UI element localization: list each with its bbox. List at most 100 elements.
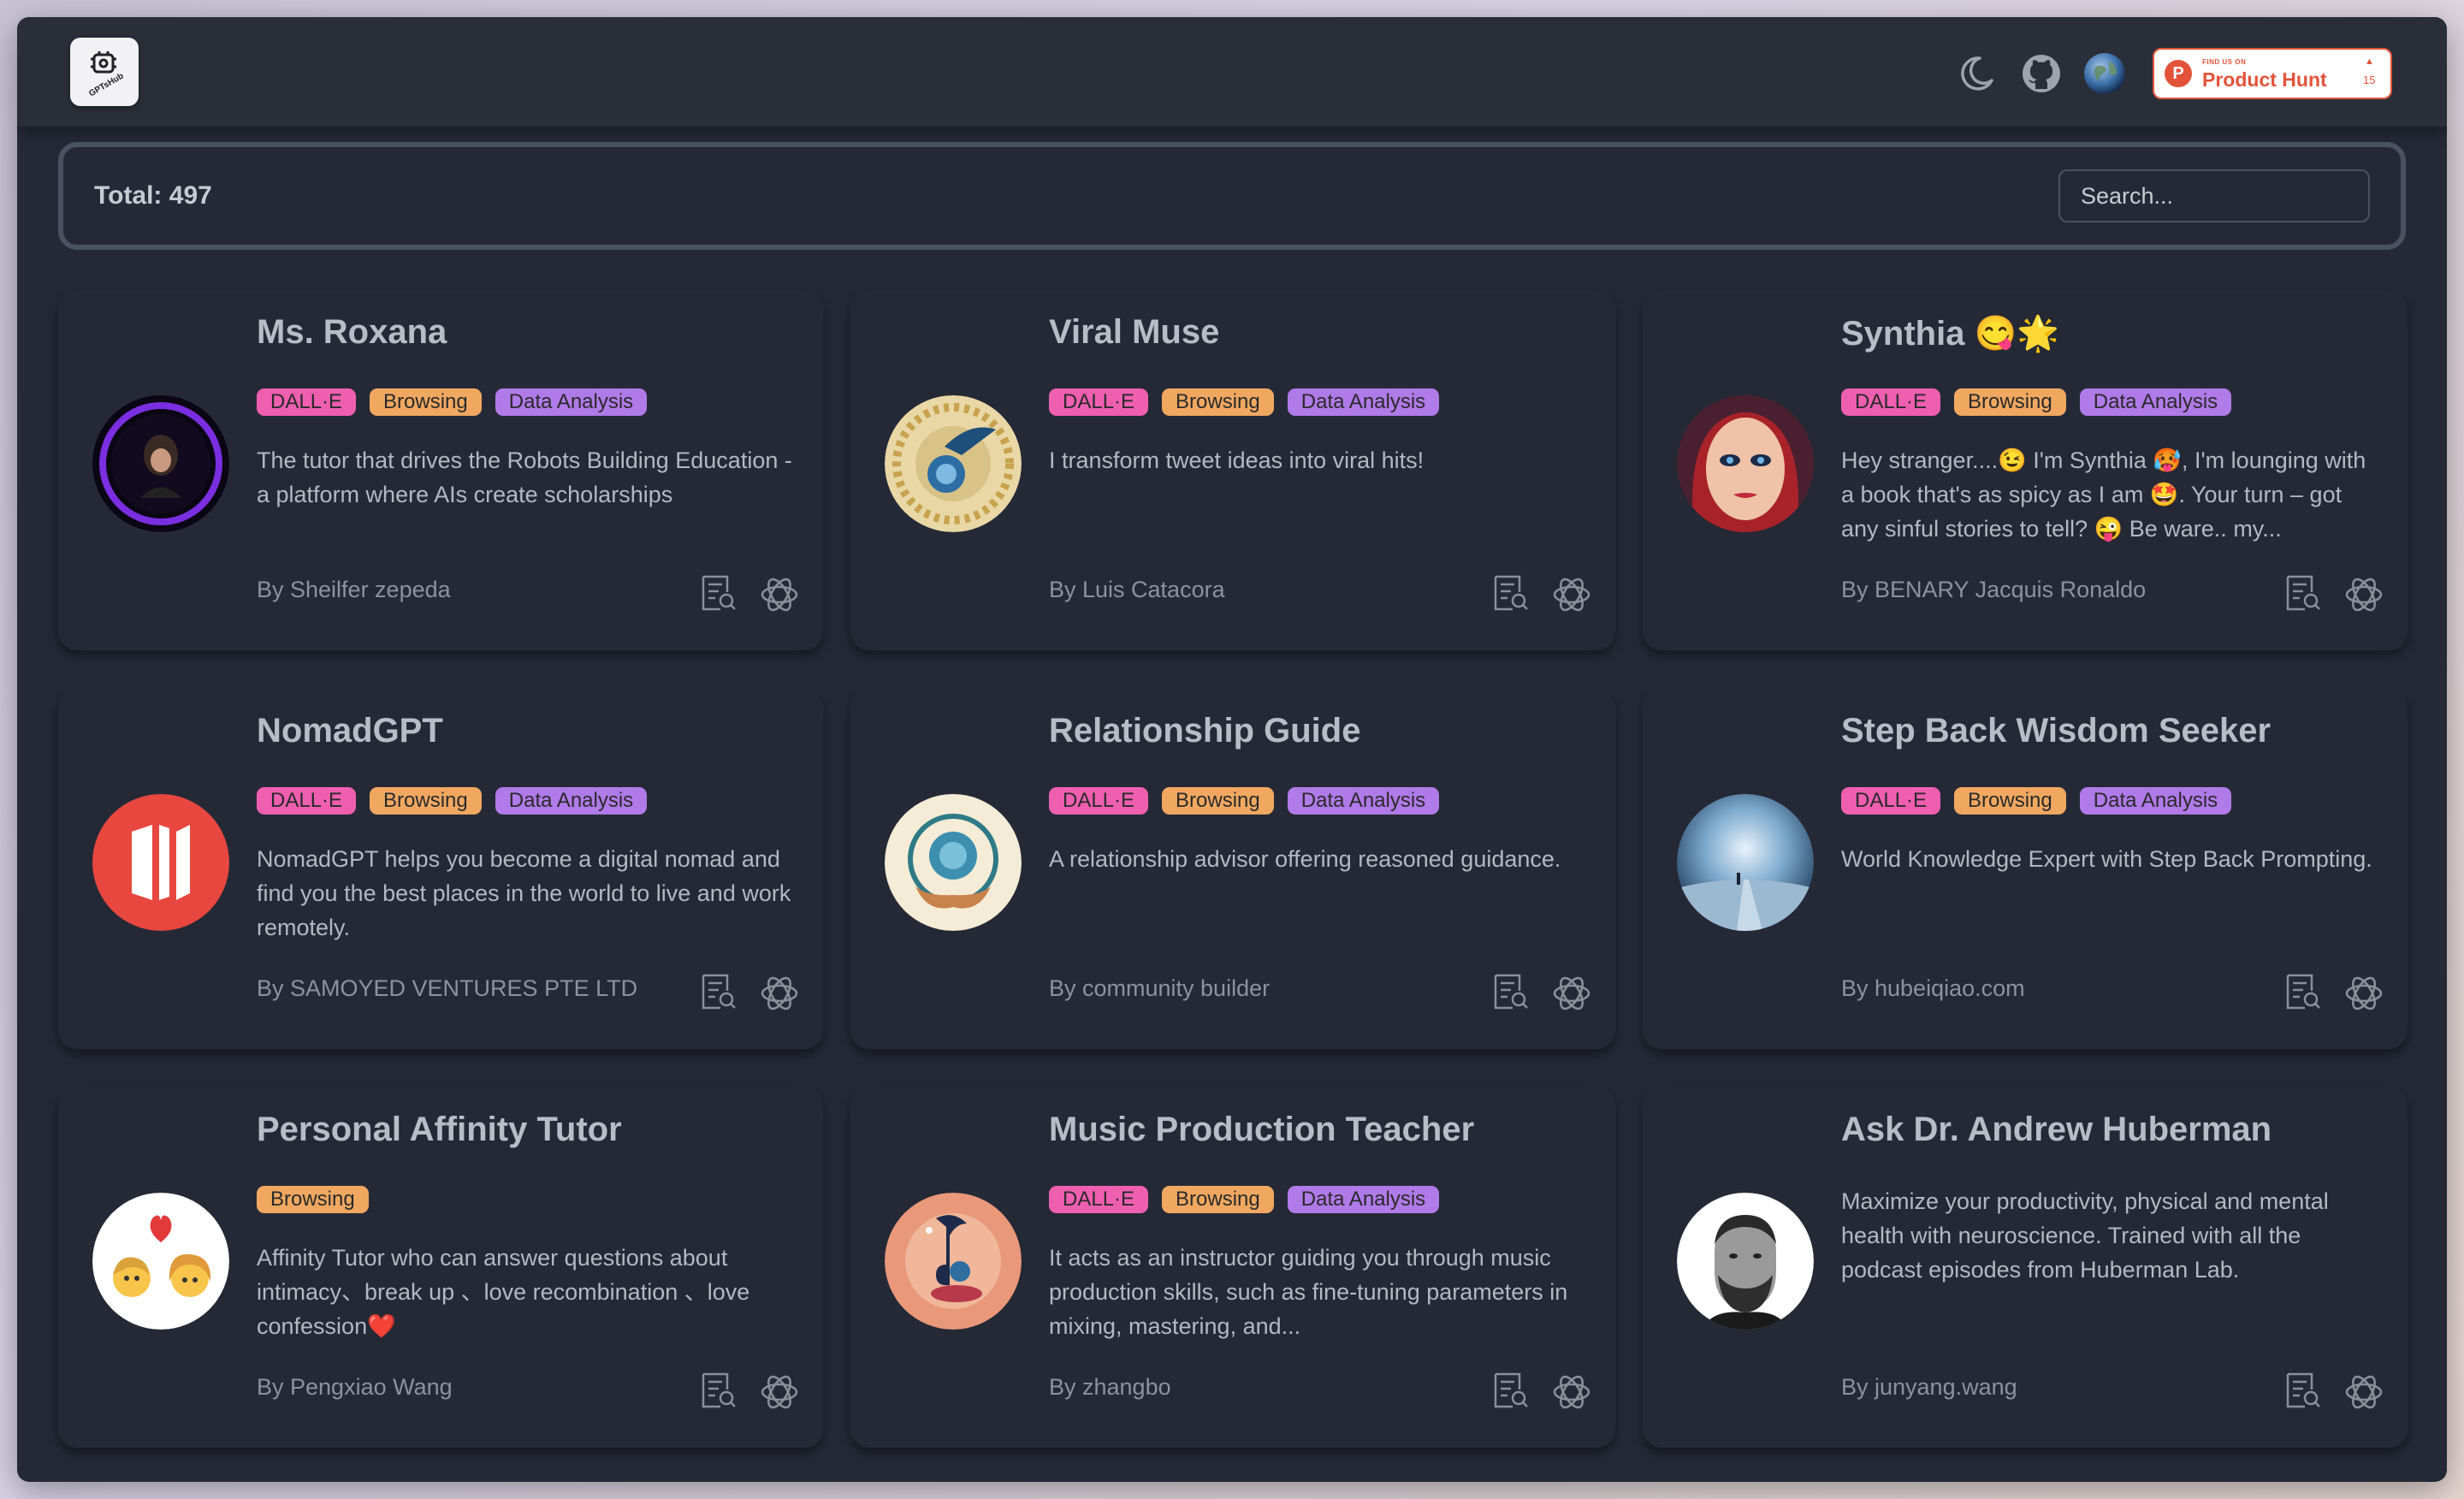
tag-browsing: Browsing (370, 388, 482, 416)
tag-browsing: Browsing (1954, 787, 2066, 815)
gpt-card[interactable]: Relationship Guide DALL·E Browsing Data … (850, 690, 1615, 1049)
gpt-card[interactable]: Ask Dr. Andrew Huberman Maximize your pr… (1643, 1088, 2408, 1448)
github-icon[interactable] (2019, 51, 2064, 96)
tag-data-analysis: Data Analysis (495, 787, 648, 815)
total-search-bar: Total: 497 (58, 142, 2406, 250)
tag-browsing: Browsing (1162, 1186, 1274, 1213)
document-search-icon[interactable] (2283, 1371, 2322, 1410)
product-hunt-logo-icon: P (2165, 60, 2192, 87)
tag-list: DALL·E Browsing Data Analysis (257, 787, 648, 815)
product-hunt-name: Product Hunt (2202, 68, 2327, 91)
tag-data-analysis: Data Analysis (1287, 1186, 1440, 1213)
gpt-card[interactable]: Music Production Teacher DALL·E Browsing… (850, 1088, 1615, 1448)
tag-list: DALL·E Browsing Data Analysis (257, 388, 648, 416)
upvote-arrow-icon: ▲ (2365, 56, 2374, 67)
card-description: It acts as an instructor guiding you thr… (1049, 1245, 1568, 1339)
tag-browsing: Browsing (370, 787, 482, 815)
card-title[interactable]: Ms. Roxana (257, 313, 447, 352)
nomadgpt-avatar (92, 794, 229, 931)
card-description: Maximize your productivity, physical and… (1841, 1188, 2329, 1283)
openai-icon[interactable] (2343, 1371, 2385, 1413)
document-search-icon[interactable] (698, 573, 737, 613)
step-back-wisdom-seeker-avatar (1677, 794, 1814, 931)
document-search-icon[interactable] (698, 972, 737, 1011)
card-author: By Sheilfer zepeda (257, 577, 451, 602)
tag-list: DALL·E Browsing Data Analysis (1049, 787, 1440, 815)
top-navbar: GPTsHub P FIND US ON Product Hunt ▲ 15 (17, 17, 2447, 127)
card-description: A relationship advisor offering reasoned… (1049, 846, 1561, 872)
gptshub-logo[interactable]: GPTsHub (70, 38, 139, 106)
card-title[interactable]: Ask Dr. Andrew Huberman (1841, 1111, 2272, 1149)
card-author: By zhangbo (1049, 1374, 1171, 1400)
tag-data-analysis: Data Analysis (1287, 388, 1440, 416)
document-search-icon[interactable] (2283, 972, 2322, 1011)
product-hunt-count: 15 (2363, 74, 2376, 86)
tag-dalle: DALL·E (1049, 787, 1149, 815)
tag-browsing: Browsing (1954, 388, 2066, 416)
andrew-huberman-avatar (1677, 1193, 1814, 1330)
personal-affinity-tutor-avatar (92, 1193, 229, 1330)
openai-icon[interactable] (758, 972, 801, 1015)
gpt-card[interactable]: Synthia 😋🌟 DALL·E Browsing Data Analysis… (1643, 291, 2408, 650)
card-title[interactable]: Personal Affinity Tutor (257, 1111, 622, 1149)
card-description: Hey stranger....😉 I'm Synthia 🥵, I'm lou… (1841, 447, 2366, 542)
moon-icon[interactable] (1954, 51, 1999, 96)
product-hunt-badge[interactable]: P FIND US ON Product Hunt ▲ 15 (2153, 48, 2392, 99)
card-title[interactable]: Viral Muse (1049, 313, 1219, 352)
card-title[interactable]: Step Back Wisdom Seeker (1841, 712, 2271, 750)
tag-dalle: DALL·E (1841, 787, 1941, 815)
openai-icon[interactable] (2343, 573, 2385, 616)
openai-icon[interactable] (1550, 972, 1593, 1015)
tag-browsing: Browsing (257, 1186, 369, 1213)
tag-list: Browsing (257, 1186, 369, 1213)
card-author: By SAMOYED VENTURES PTE LTD (257, 975, 638, 1001)
total-count: Total: 497 (94, 181, 212, 210)
relationship-guide-avatar (885, 794, 1022, 931)
gpt-card[interactable]: NomadGPT DALL·E Browsing Data Analysis N… (58, 690, 823, 1049)
card-title[interactable]: Music Production Teacher (1049, 1111, 1474, 1149)
openai-icon[interactable] (1550, 573, 1593, 616)
openai-icon[interactable] (758, 573, 801, 616)
gpt-card[interactable]: Ms. Roxana DALL·E Browsing Data Analysis… (58, 291, 823, 650)
tag-list: DALL·E Browsing Data Analysis (1841, 388, 2232, 416)
tag-list: DALL·E Browsing Data Analysis (1841, 787, 2232, 815)
tag-browsing: Browsing (1162, 388, 1274, 416)
card-title[interactable]: Relationship Guide (1049, 712, 1360, 750)
document-search-icon[interactable] (1490, 573, 1530, 613)
tag-dalle: DALL·E (257, 388, 357, 416)
card-description: Affinity Tutor who can answer questions … (257, 1245, 750, 1339)
tag-list: DALL·E Browsing Data Analysis (1049, 388, 1440, 416)
gpt-card[interactable]: Personal Affinity Tutor Browsing Affinit… (58, 1088, 823, 1448)
card-author: By community builder (1049, 975, 1270, 1001)
document-search-icon[interactable] (1490, 972, 1530, 1011)
music-production-teacher-avatar (885, 1193, 1022, 1330)
product-hunt-caption: FIND US ON (2202, 58, 2247, 66)
ms-roxana-avatar (92, 395, 229, 532)
document-search-icon[interactable] (698, 1371, 737, 1410)
tag-dalle: DALL·E (257, 787, 357, 815)
card-description: World Knowledge Expert with Step Back Pr… (1841, 846, 2372, 872)
document-search-icon[interactable] (1490, 1371, 1530, 1410)
card-description: NomadGPT helps you become a digital noma… (257, 846, 791, 940)
tag-dalle: DALL·E (1049, 388, 1149, 416)
search-input[interactable] (2058, 169, 2370, 222)
openai-icon[interactable] (1550, 1371, 1593, 1413)
openai-icon[interactable] (2343, 972, 2385, 1015)
gpt-card[interactable]: Viral Muse DALL·E Browsing Data Analysis… (850, 291, 1615, 650)
tag-list: DALL·E Browsing Data Analysis (1049, 1186, 1440, 1213)
card-description: I transform tweet ideas into viral hits! (1049, 447, 1424, 473)
tag-browsing: Browsing (1162, 787, 1274, 815)
card-author: By BENARY Jacquis Ronaldo (1841, 577, 2147, 602)
openai-icon[interactable] (758, 1371, 801, 1413)
card-author: By junyang.wang (1841, 1374, 2017, 1400)
card-title[interactable]: Synthia 😋🌟 (1841, 313, 2059, 353)
viral-muse-avatar (885, 395, 1022, 532)
card-author: By Pengxiao Wang (257, 1374, 453, 1400)
gpt-card[interactable]: Step Back Wisdom Seeker DALL·E Browsing … (1643, 690, 2408, 1049)
card-author: By Luis Catacora (1049, 577, 1225, 602)
document-search-icon[interactable] (2283, 573, 2322, 613)
globe-icon[interactable] (2082, 51, 2127, 96)
tag-data-analysis: Data Analysis (495, 388, 648, 416)
card-title[interactable]: NomadGPT (257, 712, 443, 750)
tag-data-analysis: Data Analysis (1287, 787, 1440, 815)
